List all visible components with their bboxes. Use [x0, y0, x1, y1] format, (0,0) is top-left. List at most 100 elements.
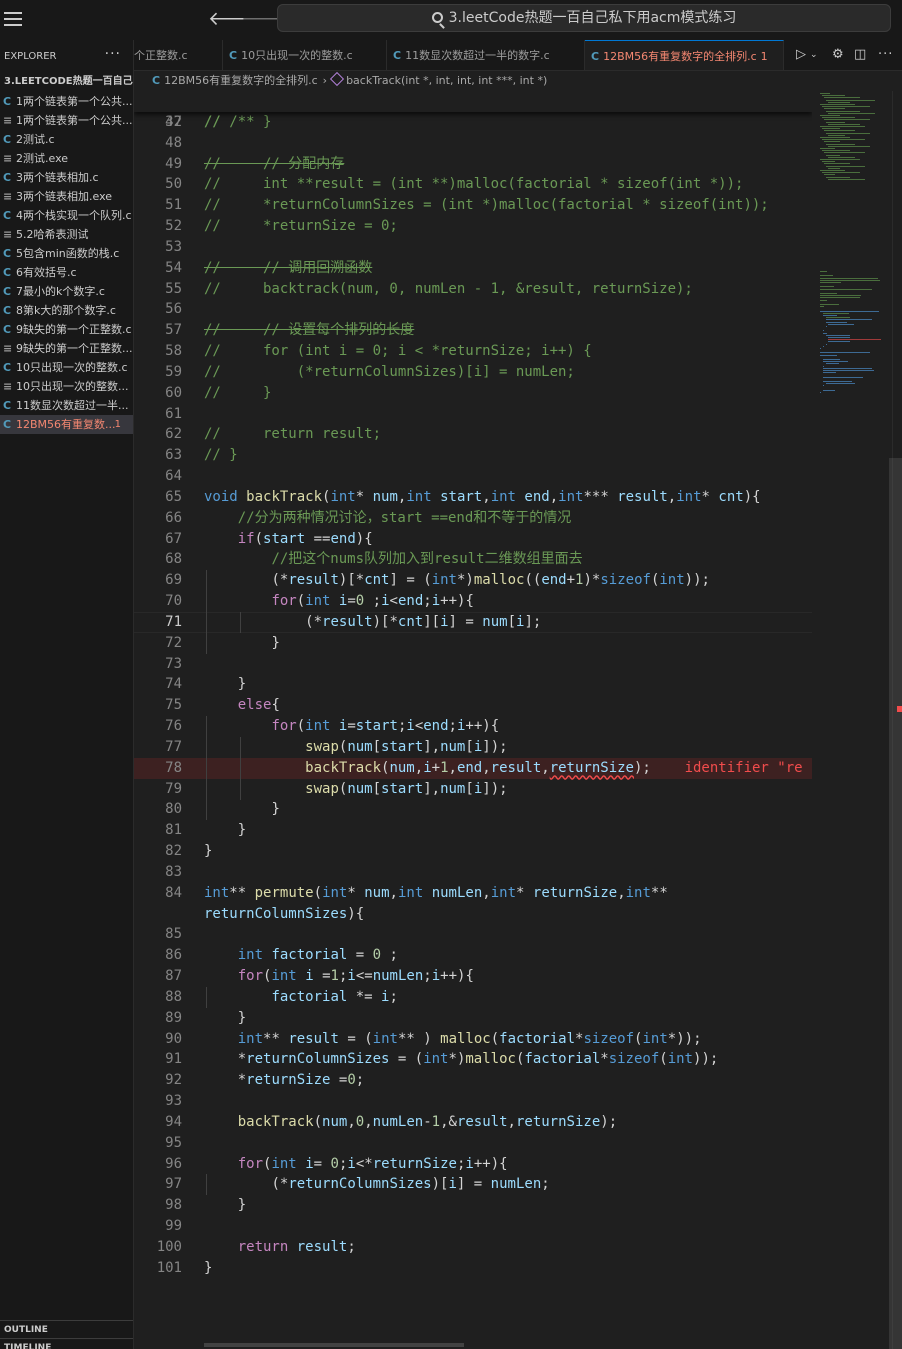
code-line[interactable]: 82} [134, 841, 812, 862]
code-editor[interactable]: 32// /** 47// } 48 49// // 分配内存 50// int **… [134, 91, 812, 1349]
run-icon[interactable]: ▷ [796, 47, 806, 62]
file-item[interactable]: ≡ 9缺失的第一个正整数... [0, 339, 133, 358]
split-editor-icon[interactable]: ◫ [854, 47, 866, 62]
file-item[interactable]: C 6有效括号.c [0, 263, 133, 282]
file-item[interactable]: C 4两个栈实现一个队列.c [0, 206, 133, 225]
file-item[interactable]: C 3两个链表相加.c [0, 168, 133, 187]
code-line[interactable]: 101} [134, 1258, 812, 1279]
code-text: factorial *= i; [271, 988, 398, 1005]
title-bar: 🡐 🡒 3.leetCode热题一百自己私下用acm模式练习 [0, 0, 902, 40]
code-line[interactable]: 57 // // 设置每个排列的长度 [134, 320, 812, 341]
code-line[interactable]: 51 // *returnColumnSizes = (int *)malloc(… [134, 195, 812, 216]
file-item[interactable]: C 11数显次数超过一半... [0, 396, 133, 415]
code-line[interactable]: 71 (*result)[*cnt][i] = num[i]; [134, 611, 812, 633]
workspace-folder[interactable]: 3.LEETCODE热题一百自己私... [0, 72, 133, 92]
code-line[interactable]: 90 int** result = (int** ) malloc(factor… [134, 1029, 812, 1050]
file-item[interactable]: ≡ 3两个链表相加.exe [0, 187, 133, 206]
chevron-down-icon[interactable]: ⌄ [810, 50, 818, 60]
tab-file-1[interactable]: 个正整数.c [134, 40, 223, 70]
code-line[interactable]: 93 [134, 1091, 812, 1112]
code-line[interactable]: 98 } [134, 1195, 812, 1216]
code-line[interactable]: 54 // // 调用回溯函数 [134, 258, 812, 279]
code-line[interactable]: 64 [134, 466, 812, 487]
code-line[interactable]: 56 [134, 299, 812, 320]
code-line[interactable]: 96 for(int i= 0;i<*returnSize;i++){ [134, 1154, 812, 1175]
code-line[interactable]: 50 // int **result = (int **)malloc(facto… [134, 174, 812, 195]
horizontal-scrollbar[interactable] [204, 1343, 464, 1347]
file-item[interactable]: ≡ 5.2哈希表测试 [0, 225, 133, 244]
code-line[interactable]: 65 void backTrack(int* num,int start,int … [134, 487, 812, 508]
code-line[interactable]: 97 (*returnColumnSizes)[i] = numLen; [134, 1174, 812, 1196]
code-line[interactable]: 99 [134, 1216, 812, 1237]
code-line[interactable]: 48 [134, 133, 812, 154]
file-item[interactable]: ≡ 1两个链表第一个公共... [0, 111, 133, 130]
code-line[interactable]: 55 // backtrack(num, 0, numLen - 1, &resu… [134, 279, 812, 300]
code-line[interactable]: 89 } [134, 1008, 812, 1029]
code-line[interactable]: 67 if(start ==end){ [134, 529, 812, 550]
code-line[interactable]: 81 } [134, 820, 812, 841]
breadcrumb-file[interactable]: 12BM56有重复数字的全排列.c [164, 74, 318, 87]
file-item[interactable]: ≡ 2测试.exe [0, 149, 133, 168]
breadcrumb-symbol[interactable]: backTrack(int *, int, int, int ***, int … [346, 74, 547, 87]
code-line[interactable]: 85 [134, 924, 812, 945]
code-line[interactable]: 87 for(int i =1;i<=numLen;i++){ [134, 966, 812, 987]
code-line[interactable]: 76 for(int i=start;i<end;i++){ [134, 716, 812, 738]
code-line[interactable]: 62 // return result; [134, 424, 812, 445]
code-line[interactable]: returnColumnSizes){ [134, 904, 812, 925]
minimap-row [826, 121, 845, 123]
file-item[interactable]: C 2测试.c [0, 130, 133, 149]
code-line[interactable]: 52 // *returnSize = 0; [134, 216, 812, 237]
code-line[interactable]: 88 factorial *= i; [134, 986, 812, 1008]
code-line[interactable]: 59 // (*returnColumnSizes)[i] = numLen; [134, 362, 812, 383]
code-line[interactable]: 61 [134, 404, 812, 425]
file-item[interactable]: ≡ 10只出现一次的整数... [0, 377, 133, 396]
code-line[interactable]: 58 // for (int i = 0; i < *returnSize; i+… [134, 341, 812, 362]
code-line[interactable]: 86 int factorial = 0 ; [134, 945, 812, 966]
outline-section[interactable]: OUTLINE [0, 1320, 133, 1338]
code-line[interactable]: 70 for(int i=0 ;i<end;i++){ [134, 591, 812, 613]
file-item[interactable]: C 5包含min函数的栈.c [0, 244, 133, 263]
code-line[interactable]: 66 //分为两种情况讨论，start ==end和不等于的情况 [134, 508, 812, 529]
code-line[interactable]: 74 } [134, 674, 812, 695]
file-item[interactable]: C 10只出现一次的整数.c [0, 358, 133, 377]
file-item[interactable]: C 12BM56有重复数... 1 [0, 415, 133, 434]
code-line[interactable]: 94 backTrack(num,0,numLen-1,&result,retu… [134, 1112, 812, 1133]
gear-icon[interactable]: ⚙ [832, 47, 844, 62]
code-line[interactable]: 60 // } [134, 383, 812, 404]
minimap[interactable] [812, 91, 892, 1349]
code-line[interactable]: 68 //把这个nums队列加入到result二维数组里面去 [134, 549, 812, 570]
code-line[interactable]: 73 [134, 654, 812, 675]
code-line[interactable]: 100 return result; [134, 1237, 812, 1258]
more-actions-icon[interactable]: ··· [105, 46, 121, 62]
code-line[interactable]: 78 backTrack(num,i+1,end,result,returnSi… [134, 757, 812, 779]
code-line[interactable]: 84 int** permute(int* num,int numLen,int*… [134, 883, 812, 904]
file-item[interactable]: C 8第k大的那个数字.c [0, 301, 133, 320]
code-line[interactable]: 63 // } [134, 445, 812, 466]
code-line[interactable]: 53 [134, 237, 812, 258]
menu-icon[interactable] [4, 12, 22, 26]
error-marker [897, 706, 902, 712]
code-line[interactable]: 75 else{ [134, 695, 812, 716]
code-line[interactable]: 49 // // 分配内存 [134, 154, 812, 175]
sticky-scroll-line[interactable]: 32 // /** [134, 91, 812, 130]
code-line[interactable]: 91 *returnColumnSizes = (int*)malloc(fac… [134, 1049, 812, 1070]
code-line[interactable]: 83 [134, 862, 812, 883]
code-line[interactable]: 79 swap(num[start],num[i]); [134, 778, 812, 800]
vertical-scrollbar-thumb[interactable] [889, 458, 902, 1349]
tab-file-active[interactable]: C 12BM56有重复数字的全排列.c 1 [585, 40, 784, 70]
code-line[interactable]: 69 (*result)[*cnt] = (int*)malloc((end+1… [134, 570, 812, 592]
code-text: } [204, 1259, 213, 1276]
tab-file-3[interactable]: C 11数显次数超过一半的数字.c [387, 40, 585, 70]
command-center-search[interactable]: 3.leetCode热题一百自己私下用acm模式练习 [277, 4, 891, 32]
tab-file-2[interactable]: C 10只出现一次的整数.c [223, 40, 387, 70]
code-line[interactable]: 92 *returnSize =0; [134, 1070, 812, 1091]
file-item[interactable]: C 9缺失的第一个正整数.c [0, 320, 133, 339]
code-line[interactable]: 77 swap(num[start],num[i]); [134, 736, 812, 758]
more-actions-icon[interactable]: ··· [878, 47, 893, 62]
timeline-section[interactable]: TIMELINE [0, 1338, 133, 1349]
file-item[interactable]: C 1两个链表第一个公共... [0, 92, 133, 111]
code-line[interactable]: 80 } [134, 799, 812, 821]
file-item[interactable]: C 7最小的k个数字.c [0, 282, 133, 301]
code-line[interactable]: 72 } [134, 632, 812, 654]
code-line[interactable]: 95 [134, 1133, 812, 1154]
